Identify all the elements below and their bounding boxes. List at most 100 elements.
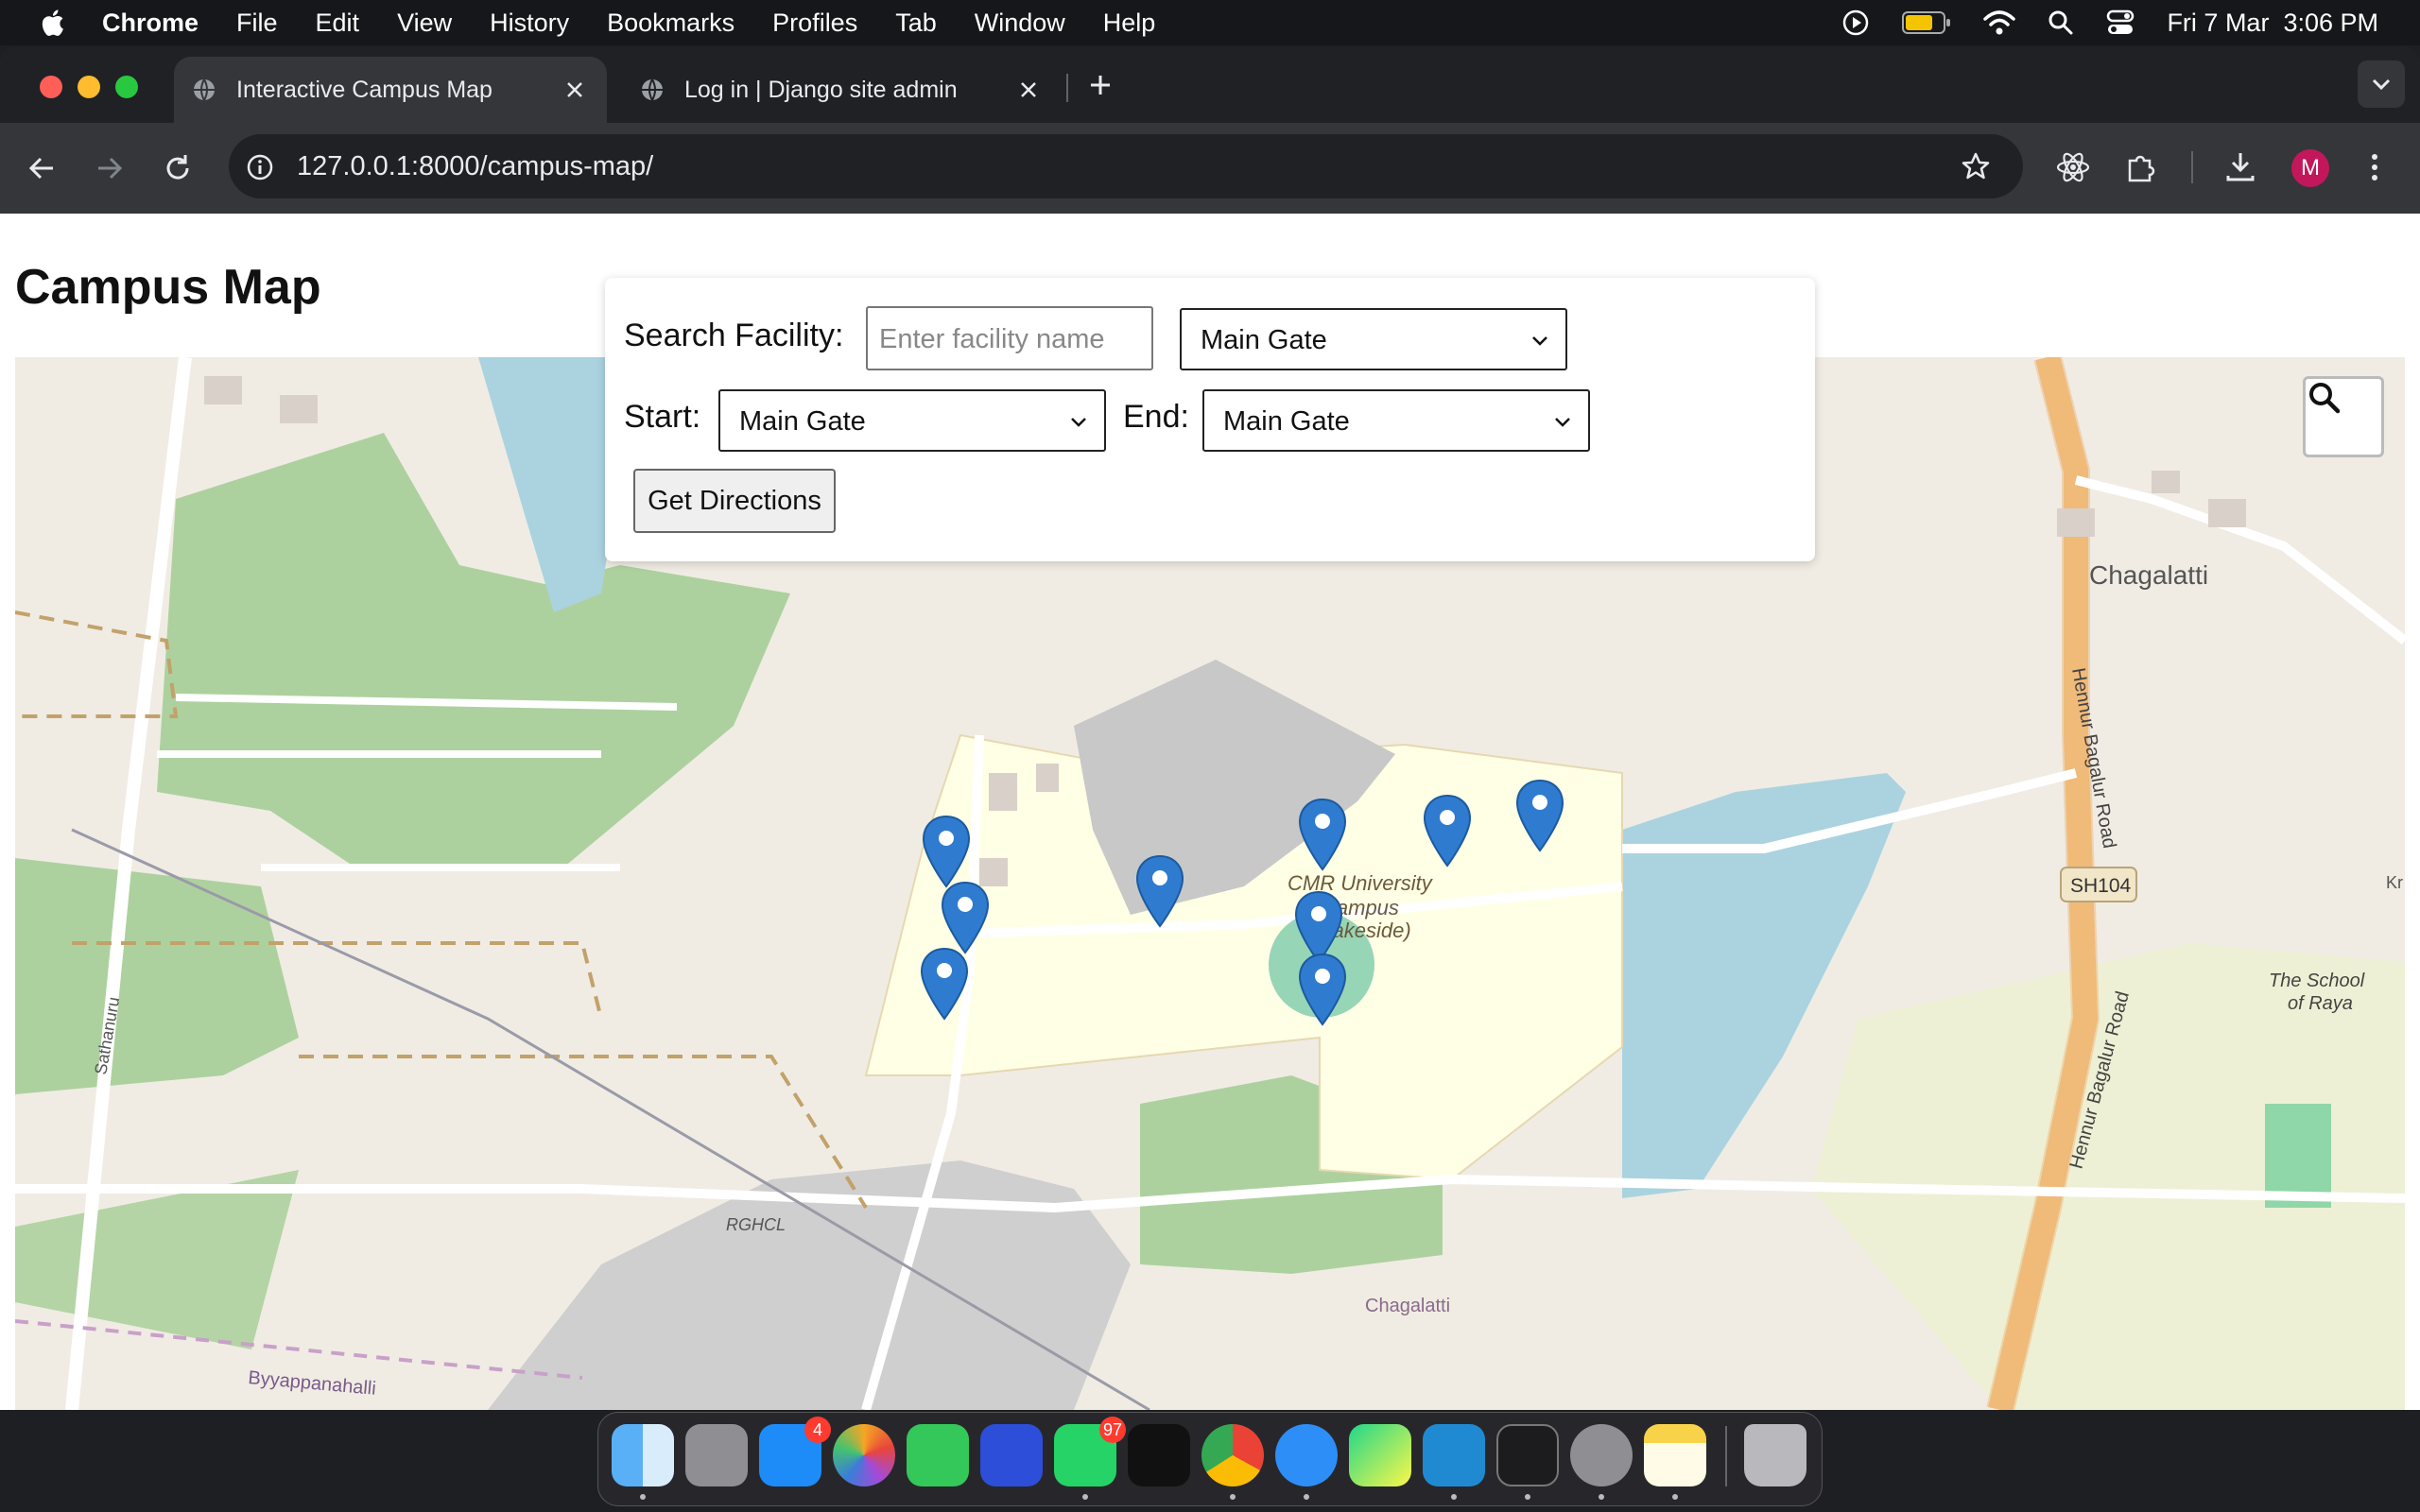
dock-safari[interactable] xyxy=(1275,1424,1338,1486)
apple-logo-icon[interactable] xyxy=(38,7,70,39)
menu-app-name[interactable]: Chrome xyxy=(102,9,199,38)
menu-bookmarks[interactable]: Bookmarks xyxy=(607,9,735,38)
facility-marker[interactable] xyxy=(940,881,991,954)
start-select[interactable]: Main Gate xyxy=(718,389,1106,452)
end-select[interactable]: Main Gate xyxy=(1202,389,1590,452)
extensions-icon[interactable] xyxy=(2123,149,2159,185)
control-center-icon[interactable] xyxy=(2106,9,2135,36)
tab-title: Interactive Campus Map xyxy=(236,76,493,103)
end-select-value: Main Gate xyxy=(1223,406,1350,437)
start-label: Start: xyxy=(624,399,701,435)
dock-notes[interactable] xyxy=(1644,1424,1706,1486)
menu-edit[interactable]: Edit xyxy=(316,9,360,38)
search-facility-label: Search Facility: xyxy=(624,318,844,353)
close-tab-icon[interactable] xyxy=(563,78,586,101)
map-search-button[interactable] xyxy=(2303,376,2384,457)
url-text[interactable]: 127.0.0.1:8000/campus-map/ xyxy=(297,151,653,182)
tab-django-admin[interactable]: Log in | Django site admin xyxy=(622,57,1061,123)
facility-marker[interactable] xyxy=(1514,779,1565,852)
dock-system-settings[interactable] xyxy=(1570,1424,1633,1486)
wifi-icon[interactable] xyxy=(1983,9,2016,36)
menu-history[interactable]: History xyxy=(490,9,569,38)
facility-marker[interactable] xyxy=(1297,953,1348,1026)
dock-finder[interactable] xyxy=(612,1424,674,1486)
running-indicator xyxy=(1525,1494,1530,1500)
map-label-school-line2: of Raya xyxy=(2288,993,2353,1014)
dock-facetime[interactable] xyxy=(907,1424,969,1486)
browser-window: Interactive Campus Map Log in | Django s… xyxy=(0,47,2420,1410)
close-window-button[interactable] xyxy=(40,76,62,98)
spotlight-icon[interactable] xyxy=(2048,9,2074,36)
running-indicator xyxy=(1672,1494,1678,1500)
minimize-window-button[interactable] xyxy=(78,76,100,98)
running-indicator xyxy=(640,1494,646,1500)
tab-title: Log in | Django site admin xyxy=(684,76,958,103)
dock-terminal[interactable] xyxy=(1496,1424,1559,1486)
tab-divider xyxy=(1066,74,1068,102)
dock-screen-sharing[interactable] xyxy=(980,1424,1043,1486)
address-bar[interactable]: 127.0.0.1:8000/campus-map/ xyxy=(229,134,2023,198)
search-icon xyxy=(2309,383,2341,414)
menu-window[interactable]: Window xyxy=(975,9,1065,38)
now-playing-icon[interactable] xyxy=(1841,9,1870,37)
get-directions-button[interactable]: Get Directions xyxy=(633,469,836,533)
facility-marker[interactable] xyxy=(921,815,972,888)
facility-marker[interactable] xyxy=(1297,798,1348,871)
tab-campus-map[interactable]: Interactive Campus Map xyxy=(174,57,607,123)
dock-trash[interactable] xyxy=(1744,1424,1806,1486)
reload-icon[interactable] xyxy=(161,151,195,185)
running-indicator xyxy=(1304,1494,1309,1500)
map-label-chagalatti: Chagalatti xyxy=(2089,560,2208,590)
running-indicator xyxy=(1451,1494,1457,1500)
chevron-down-icon xyxy=(1555,418,1570,427)
browser-toolbar: 127.0.0.1:8000/campus-map/ M xyxy=(0,123,2420,214)
menu-tab[interactable]: Tab xyxy=(895,9,937,38)
toolbar-divider xyxy=(2191,151,2193,183)
battery-icon[interactable] xyxy=(1902,10,1951,35)
dock-whatsapp[interactable]: 97 xyxy=(1054,1417,1126,1486)
facility-select[interactable]: Main Gate xyxy=(1180,308,1567,370)
clock[interactable]: Fri 7 Mar 3:06 PM xyxy=(2167,9,2378,38)
facility-marker[interactable] xyxy=(1422,794,1473,868)
menu-bar: Chrome File Edit View History Bookmarks … xyxy=(0,0,2420,45)
menu-profiles[interactable]: Profiles xyxy=(772,9,857,38)
page-title: Campus Map xyxy=(15,260,321,315)
menu-help[interactable]: Help xyxy=(1103,9,1156,38)
bookmark-star-icon[interactable] xyxy=(1961,151,1991,181)
tab-search-button[interactable] xyxy=(2358,60,2405,108)
start-select-value: Main Gate xyxy=(739,406,866,437)
facility-marker[interactable] xyxy=(1134,854,1185,928)
zoom-window-button[interactable] xyxy=(115,76,138,98)
chevron-down-icon xyxy=(2372,78,2391,91)
new-tab-icon[interactable] xyxy=(1087,72,1114,98)
dock-launchpad[interactable] xyxy=(685,1424,748,1486)
map-label-school-line1: The School xyxy=(2269,971,2365,991)
facility-search-input[interactable]: Enter facility name xyxy=(866,306,1153,370)
profile-avatar[interactable]: M xyxy=(2291,149,2329,187)
dock-pycharm[interactable] xyxy=(1349,1424,1411,1486)
forward-icon[interactable] xyxy=(93,151,127,185)
react-devtools-icon[interactable] xyxy=(2055,149,2091,185)
dock-divider xyxy=(1725,1426,1727,1486)
dock-apple-tv[interactable] xyxy=(1128,1424,1190,1486)
tab-strip: Interactive Campus Map Log in | Django s… xyxy=(0,47,2420,123)
dock-app-store[interactable]: 4 xyxy=(759,1417,831,1486)
site-info-icon[interactable] xyxy=(246,153,274,181)
map-label-route-shield: SH104 xyxy=(2070,875,2132,897)
more-menu-icon[interactable] xyxy=(2363,149,2386,185)
end-label: End: xyxy=(1123,399,1189,435)
facility-marker[interactable] xyxy=(919,947,970,1021)
running-indicator xyxy=(1599,1494,1604,1500)
menu-view[interactable]: View xyxy=(397,9,452,38)
map-label-chagalatti-road: Chagalatti xyxy=(1365,1296,1450,1316)
back-icon[interactable] xyxy=(25,151,59,185)
facility-select-value: Main Gate xyxy=(1201,325,1327,355)
globe-icon xyxy=(642,78,663,101)
chevron-down-icon xyxy=(1532,336,1547,346)
download-icon[interactable] xyxy=(2223,149,2257,183)
dock-photos[interactable] xyxy=(833,1424,895,1486)
dock-chrome[interactable] xyxy=(1201,1424,1264,1486)
close-tab-icon[interactable] xyxy=(1017,78,1040,101)
menu-file[interactable]: File xyxy=(236,9,278,38)
dock-vscode[interactable] xyxy=(1423,1424,1485,1486)
